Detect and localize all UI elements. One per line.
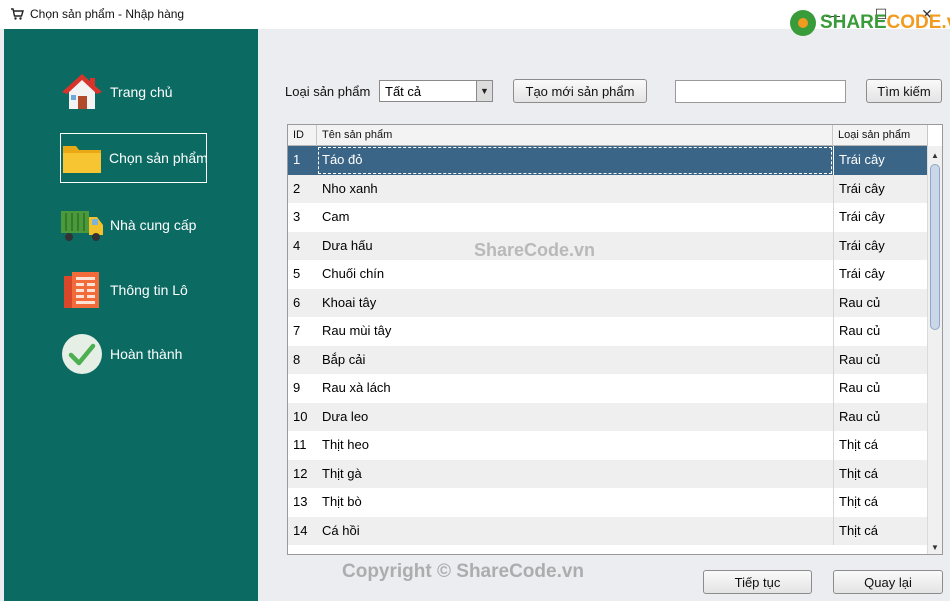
category-filter-select[interactable]: Tất cả ▼ <box>379 80 493 102</box>
table-row[interactable]: 10 Dưa leo Rau củ <box>288 402 928 431</box>
center-watermark: ShareCode.vn <box>474 240 596 260</box>
cell-id: 1 <box>293 152 301 167</box>
sidebar-item-choose-product[interactable]: Chọn sản phẩm <box>60 133 208 183</box>
table-row[interactable]: 12 Thịt gà Thịt cá <box>288 459 928 488</box>
cell-name: Dưa leo <box>322 408 369 424</box>
cell-category: Trái cây <box>833 260 928 289</box>
cell-name: Cá hồi <box>322 522 360 538</box>
cell-category: Thịt cá <box>833 459 928 488</box>
cell-id: 13 <box>293 494 308 509</box>
cell-id: 11 <box>293 437 307 452</box>
table-header: ID Tên sản phẩm Loại sản phẩm <box>288 125 928 146</box>
column-header-id[interactable]: ID <box>288 125 317 146</box>
folder-icon <box>61 136 103 180</box>
cart-icon <box>11 8 24 20</box>
cell-name: Táo đỏ <box>317 146 833 175</box>
cell-category: Rau củ <box>833 317 928 346</box>
table-row[interactable]: 9 Rau xà lách Rau củ <box>288 374 928 403</box>
cell-name: Chuối chín <box>322 266 385 281</box>
copyright-watermark: Copyright © ShareCode.vn <box>342 561 585 582</box>
search-input[interactable] <box>675 80 846 103</box>
cell-name: Rau mùi tây <box>322 323 392 338</box>
scroll-up-icon[interactable]: ▲ <box>928 148 942 162</box>
cell-category: Rau củ <box>833 345 928 374</box>
cell-id: 2 <box>293 180 301 196</box>
checkmark-icon <box>60 332 104 376</box>
cell-category: Trái cây <box>833 174 928 203</box>
sidebar-item-label: Hoàn thành <box>110 346 183 362</box>
scroll-down-icon[interactable]: ▼ <box>928 540 942 554</box>
document-icon <box>60 268 104 312</box>
cell-id: 14 <box>293 522 308 538</box>
table-row[interactable]: 2 Nho xanh Trái cây <box>288 174 928 203</box>
column-header-category[interactable]: Loại sản phẩm <box>833 125 928 146</box>
cell-category: Trái cây <box>833 146 928 175</box>
cell-id: 6 <box>293 294 301 310</box>
sidebar-item-label: Thông tin Lô <box>110 282 188 298</box>
cell-id: 8 <box>293 351 301 367</box>
sidebar-item-complete[interactable]: Hoàn thành <box>60 329 207 379</box>
sidebar-item-batch-info[interactable]: Thông tin Lô <box>60 265 207 315</box>
table-body: 1 Táo đỏ Trái cây 2 Nho xanh Trái cây 3 Cam Tr… <box>288 146 928 545</box>
cell-name: Thịt heo <box>322 437 369 452</box>
cell-name: Thịt bò <box>322 494 362 509</box>
column-header-name[interactable]: Tên sản phẩm <box>317 125 833 146</box>
cell-id: 7 <box>293 323 301 338</box>
sidebar-item-home[interactable]: Trang chủ <box>60 67 207 117</box>
sidebar-item-label: Chọn sản phẩm <box>109 150 208 166</box>
cell-name: Rau xà lách <box>322 380 391 395</box>
back-button[interactable]: Quay lại <box>833 570 943 594</box>
cell-name: Nho xanh <box>322 180 378 196</box>
cell-category: Thịt cá <box>833 431 928 460</box>
house-icon <box>60 70 104 114</box>
cell-id: 5 <box>293 266 301 281</box>
cell-category: Thịt cá <box>833 516 928 545</box>
cell-id: 3 <box>293 209 301 224</box>
sidebar-item-label: Trang chủ <box>110 84 173 100</box>
window-title: Chọn sản phẩm - Nhập hàng <box>30 7 185 21</box>
truck-icon <box>60 203 104 247</box>
table-row[interactable]: 5 Chuối chín Trái cây <box>288 260 928 289</box>
cell-category: Thịt cá <box>833 488 928 517</box>
scrollbar-thumb[interactable] <box>930 164 940 330</box>
cell-name: Thịt gà <box>322 465 362 481</box>
table-row[interactable]: 7 Rau mùi tây Rau củ <box>288 317 928 346</box>
sidebar-item-label: Nhà cung cấp <box>110 217 197 233</box>
brand-logo-text: SHARECODE.vn <box>820 12 950 33</box>
cell-category: Trái cây <box>833 231 928 260</box>
brand-logo: SHARECODE.vn <box>790 10 950 36</box>
vertical-scrollbar[interactable]: ▲ ▼ <box>927 146 942 554</box>
create-product-button[interactable]: Tạo mới sản phẩm <box>513 79 647 103</box>
search-button[interactable]: Tìm kiếm <box>866 79 942 103</box>
category-filter-label: Loại sản phẩm <box>285 84 371 99</box>
table-row[interactable]: 6 Khoai tây Rau củ <box>288 288 928 317</box>
table-row[interactable]: 14 Cá hồi Thịt cá <box>288 516 928 545</box>
table-row[interactable]: 13 Thịt bò Thịt cá <box>288 488 928 517</box>
chevron-down-icon[interactable]: ▼ <box>476 81 492 101</box>
next-button[interactable]: Tiếp tục <box>703 570 812 594</box>
cell-category: Rau củ <box>833 402 928 431</box>
cell-name: Cam <box>322 209 350 224</box>
table-row[interactable]: 8 Bắp cải Rau củ <box>288 345 928 374</box>
table-row[interactable]: 4 Dưa hấu Trái cây <box>288 231 928 260</box>
cell-id: 9 <box>293 380 301 395</box>
cell-id: 10 <box>293 408 308 424</box>
cell-category: Trái cây <box>833 203 928 232</box>
sidebar-item-supplier[interactable]: Nhà cung cấp <box>60 200 207 250</box>
category-filter-value: Tất cả <box>385 83 422 99</box>
table-row[interactable]: 11 Thịt heo Thịt cá <box>288 431 928 460</box>
cell-name: Khoai tây <box>322 294 377 310</box>
cell-name: Bắp cải <box>322 351 366 367</box>
cell-category: Rau củ <box>833 288 928 317</box>
product-table: ID Tên sản phẩm Loại sản phẩm 1 Táo đỏ Trá… <box>287 124 943 555</box>
table-row[interactable]: 3 Cam Trái cây <box>288 203 928 232</box>
main-window: Chọn sản phẩm - Nhập hàng — ☐ ✕ SHARECOD… <box>0 0 950 601</box>
cell-id: 12 <box>293 465 308 481</box>
cell-category: Rau củ <box>833 374 928 403</box>
table-row[interactable]: 1 Táo đỏ Trái cây <box>288 146 928 175</box>
cell-id: 4 <box>293 237 301 253</box>
sidebar: Trang chủ Chọn sản phẩm Nhà cung cấp Thô… <box>4 29 258 601</box>
brand-logo-icon <box>790 10 816 36</box>
